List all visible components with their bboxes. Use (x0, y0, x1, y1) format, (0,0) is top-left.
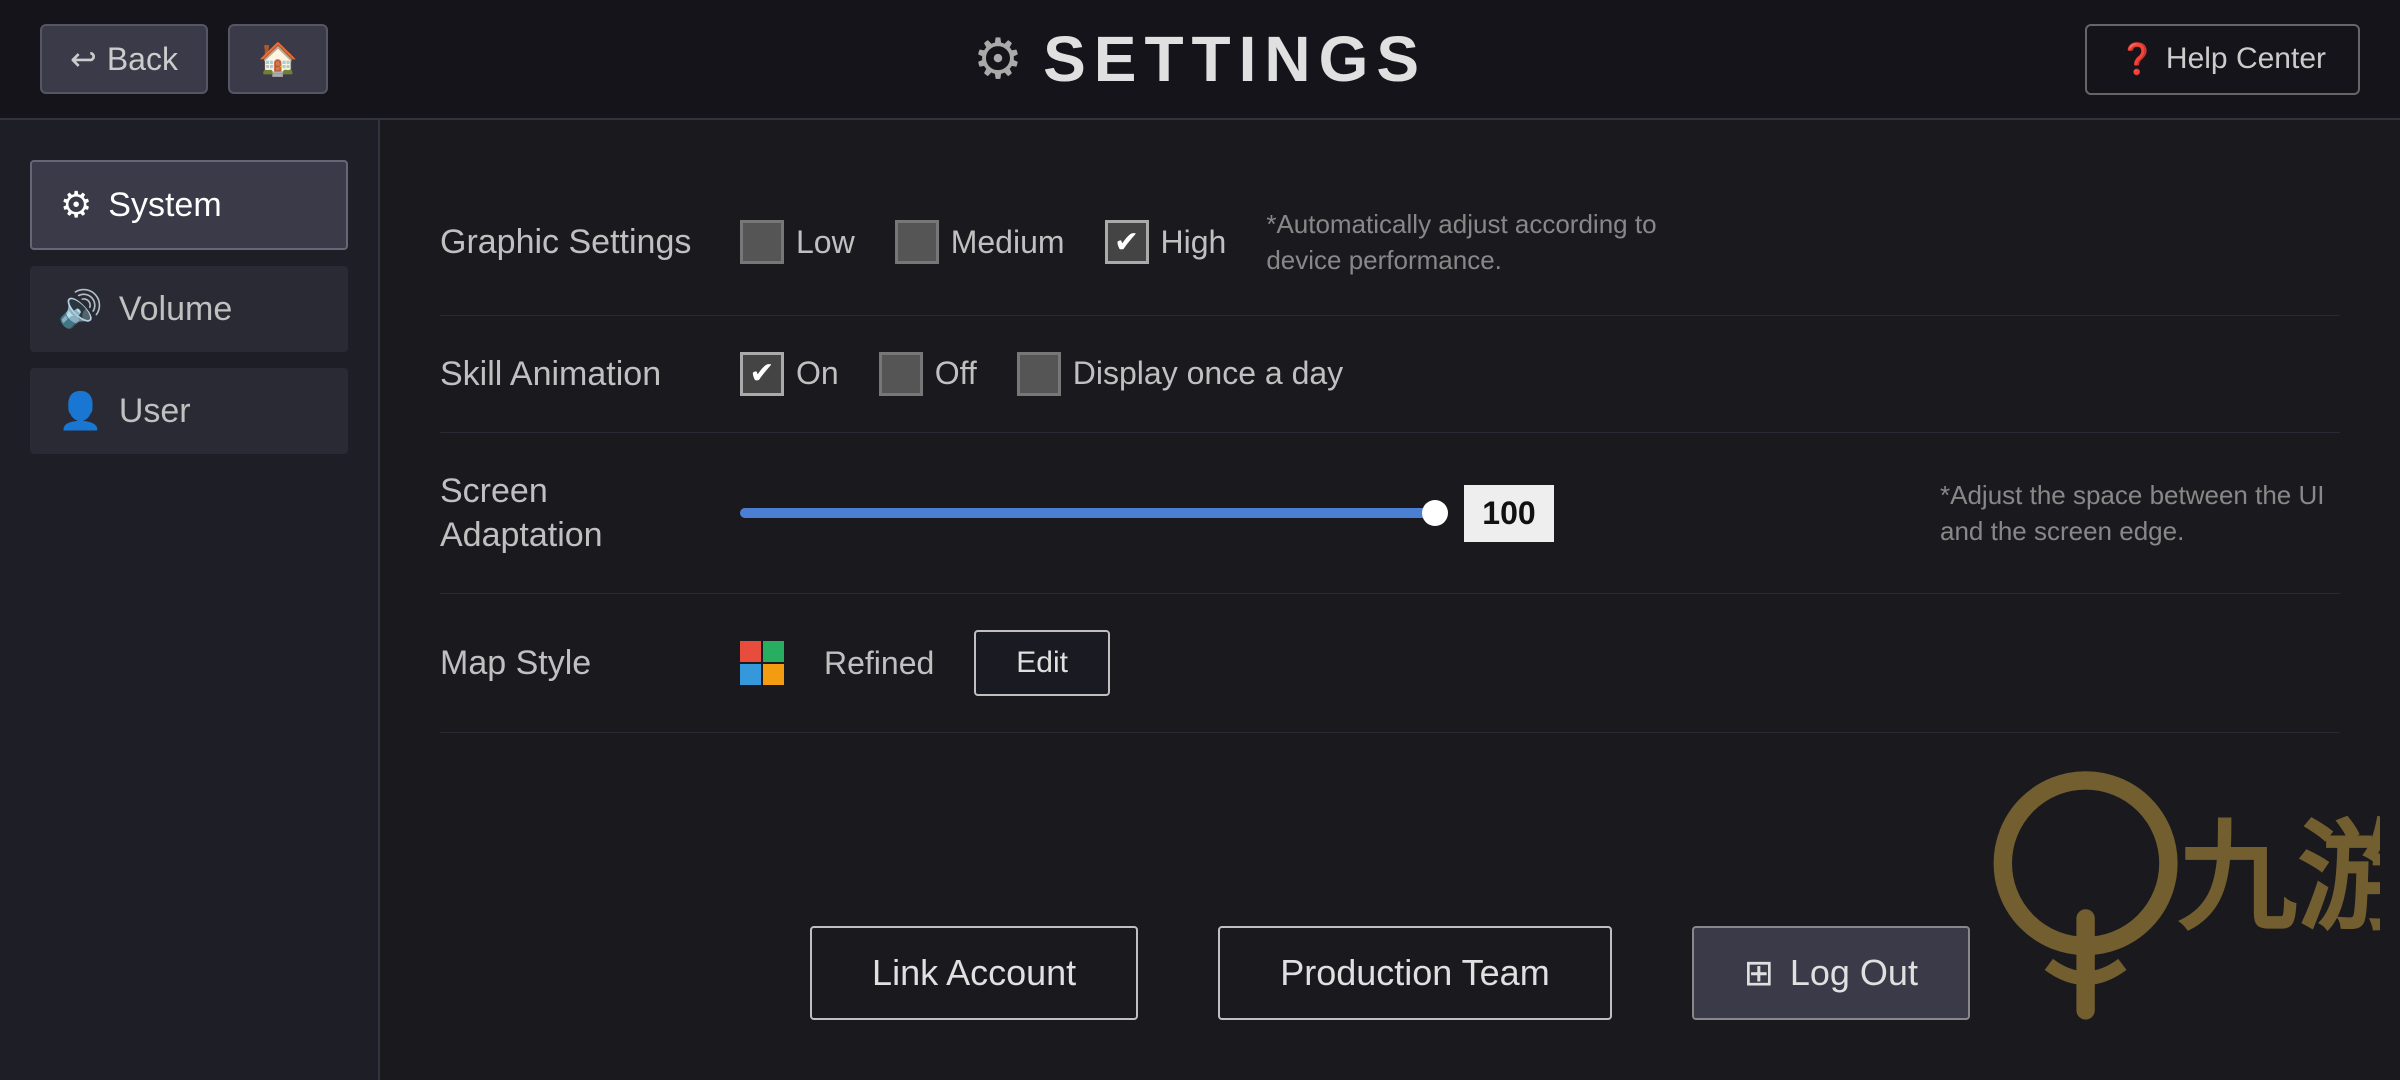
home-icon: 🏠 (258, 40, 298, 78)
graphic-low-label: Low (796, 224, 855, 261)
sidebar-item-system[interactable]: ⚙ System (30, 160, 348, 250)
skill-off-option[interactable]: Off (879, 352, 977, 396)
skill-off-checkbox[interactable] (879, 352, 923, 396)
logout-label: Log Out (1790, 952, 1918, 994)
sidebar-user-label: User (119, 392, 191, 431)
top-bar: ↩ Back 🏠 ⚙ SETTINGS ❓ Help Center (0, 0, 2400, 120)
graphic-low-option[interactable]: Low (740, 220, 855, 264)
graphic-high-option[interactable]: ✔ High (1105, 220, 1227, 264)
volume-icon: 🔊 (58, 288, 103, 330)
home-button[interactable]: 🏠 (228, 24, 328, 94)
help-label: Help Center (2166, 42, 2326, 76)
map-style-controls: Refined Edit (740, 630, 2340, 696)
map-icon-yellow (763, 664, 784, 685)
graphic-settings-label: Graphic Settings (440, 220, 700, 264)
skill-off-label: Off (935, 355, 977, 392)
production-team-button[interactable]: Production Team (1218, 926, 1612, 1020)
graphic-medium-label: Medium (951, 224, 1065, 261)
screen-adaptation-slider-container: 100 (740, 485, 1900, 542)
graphic-high-label: High (1161, 224, 1227, 261)
map-style-value: Refined (824, 645, 934, 682)
user-icon: 👤 (58, 390, 103, 432)
slider-value: 100 (1464, 485, 1554, 542)
bottom-actions: Link Account Production Team ⊞ Log Out (380, 926, 2400, 1020)
screen-adaptation-controls: 100 *Adjust the space between the UI and… (740, 477, 2340, 550)
map-icon-green (763, 641, 784, 662)
graphic-settings-controls: Low Medium ✔ High *Automatically adjust … (740, 206, 2340, 279)
map-style-label: Map Style (440, 641, 700, 685)
sidebar: ⚙ System 🔊 Volume 👤 User (0, 120, 380, 1080)
graphic-settings-note: *Automatically adjust according to devic… (1266, 206, 1666, 279)
skill-display-once-checkbox[interactable] (1017, 352, 1061, 396)
skill-animation-label: Skill Animation (440, 352, 700, 396)
link-account-button[interactable]: Link Account (810, 926, 1138, 1020)
skill-on-checkbox[interactable]: ✔ (740, 352, 784, 396)
map-style-edit-button[interactable]: Edit (974, 630, 1110, 696)
page-title-area: ⚙ SETTINGS (973, 22, 1427, 96)
help-icon: ❓ (2119, 42, 2156, 77)
graphic-low-checkbox[interactable] (740, 220, 784, 264)
skill-display-once-label: Display once a day (1073, 355, 1343, 392)
graphic-settings-row: Graphic Settings Low Medium ✔ High *Auto… (440, 170, 2340, 316)
back-button[interactable]: ↩ Back (40, 24, 208, 94)
slider-track[interactable] (740, 508, 1440, 518)
map-icon-blue (740, 664, 761, 685)
graphic-medium-option[interactable]: Medium (895, 220, 1065, 264)
slider-fill (740, 508, 1440, 518)
skill-on-label: On (796, 355, 839, 392)
skill-on-option[interactable]: ✔ On (740, 352, 839, 396)
graphic-high-checkbox[interactable]: ✔ (1105, 220, 1149, 264)
back-arrow-icon: ↩ (70, 40, 97, 78)
graphic-medium-checkbox[interactable] (895, 220, 939, 264)
screen-adaptation-label: Screen Adaptation (440, 469, 700, 557)
skill-animation-controls: ✔ On Off Display once a day (740, 352, 2340, 396)
map-style-row: Map Style Refined Edit (440, 594, 2340, 733)
sidebar-system-label: System (108, 186, 221, 225)
map-style-icon (740, 641, 784, 685)
log-out-button[interactable]: ⊞ Log Out (1692, 926, 1970, 1020)
screen-adaptation-row: Screen Adaptation 100 *Adjust the space … (440, 433, 2340, 594)
slider-thumb[interactable] (1422, 500, 1448, 526)
skill-display-once-option[interactable]: Display once a day (1017, 352, 1343, 396)
map-icon-red (740, 641, 761, 662)
sidebar-item-user[interactable]: 👤 User (30, 368, 348, 454)
top-left-nav: ↩ Back 🏠 (40, 24, 328, 94)
sidebar-volume-label: Volume (119, 290, 232, 329)
help-center-button[interactable]: ❓ Help Center (2085, 24, 2360, 95)
logout-icon: ⊞ (1744, 952, 1774, 994)
skill-animation-row: Skill Animation ✔ On Off Display once a … (440, 316, 2340, 433)
back-label: Back (107, 41, 178, 78)
page-title: SETTINGS (1043, 22, 1427, 96)
screen-adaptation-note: *Adjust the space between the UI and the… (1940, 477, 2340, 550)
sidebar-item-volume[interactable]: 🔊 Volume (30, 266, 348, 352)
system-icon: ⚙ (60, 184, 92, 226)
settings-gear-icon: ⚙ (973, 26, 1023, 92)
